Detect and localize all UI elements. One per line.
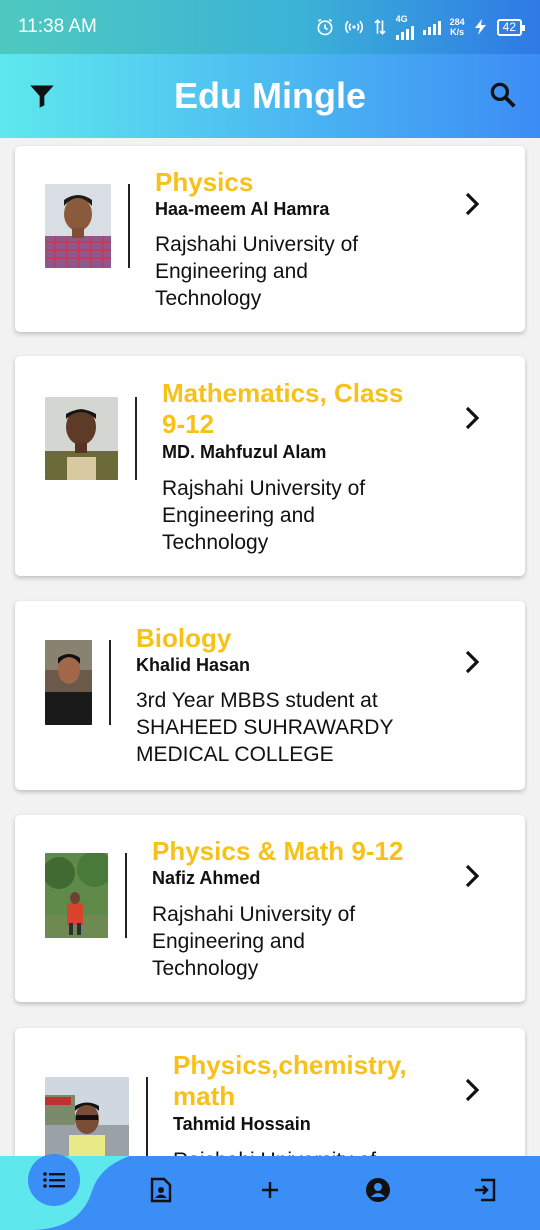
search-icon [490,82,516,108]
tutor-subject: Mathematics, Class 9-12 [162,378,404,439]
tutor-institution: Rajshahi University of Engineering and T… [152,903,356,980]
hotspot-icon [344,20,363,34]
alarm-icon [317,18,333,36]
card-divider [146,1077,148,1156]
bottom-nav [0,1154,540,1230]
tutor-name: Khalid Hasan [136,655,251,675]
nav-account-button[interactable] [358,1170,398,1210]
tutor-card[interactable]: Mathematics, Class 9-12 MD. Mahfuzul Ala… [15,356,525,576]
network-speed: 284 K/s [450,17,465,37]
tutor-card[interactable]: Physics Haa-meem Al Hamra Rajshahi Unive… [15,146,525,332]
chevron-right-icon [465,192,480,216]
tutor-card[interactable]: Physics,chemistry, math Tahmid Hossain R… [15,1028,525,1156]
status-bar: 11:38 AM 4G 284 K/s 42 [0,0,540,54]
tutor-institution: Rajshahi University of Engineering and T… [162,477,366,554]
chevron-right-icon [465,406,480,430]
speed-value: 284 [449,17,465,27]
tutor-institution: 3rd Year MBBS student at SHAHEED SUHRAWA… [136,689,394,766]
tutor-photo [45,397,118,480]
chevron-right-icon [465,650,480,674]
app-title: Edu Mingle [174,75,366,116]
tutor-photo [45,1077,129,1156]
account-icon [366,1178,390,1202]
nav-add-button[interactable] [250,1170,290,1210]
tutor-subject: Biology [136,623,232,653]
tutor-subject: Physics,chemistry, math [173,1050,407,1111]
chevron-right-icon [465,1078,480,1102]
tutor-subject: Physics & Math 9-12 [152,836,404,866]
card-divider [128,184,130,268]
tutor-institution: Rajshahi University of Engineering and T… [155,233,359,310]
logout-icon [475,1178,496,1202]
network-type: 4G [395,13,408,24]
battery-icon: 42 [496,18,526,36]
tutor-photo [45,853,108,938]
tutor-name: Haa-meem Al Hamra [155,199,330,219]
card-divider [135,397,137,480]
signal-icon [395,24,414,40]
tutor-card[interactable]: Biology Khalid Hasan 3rd Year MBBS stude… [15,601,525,790]
tutor-name: Nafiz Ahmed [152,868,261,888]
tutor-subject: Physics [155,167,254,197]
nav-logout-button[interactable] [465,1170,505,1210]
profile-document-icon [150,1177,172,1203]
tutor-card[interactable]: Physics & Math 9-12 Nafiz Ahmed Rajshahi… [15,815,525,1002]
tutor-institution: Rajshahi University of Engineering and T… [173,1147,423,1156]
speed-unit: K/s [450,27,465,37]
tutor-name: Tahmid Hossain [173,1114,311,1134]
status-time: 11:38 AM [18,16,97,37]
tutor-photo [45,640,92,725]
card-divider [109,640,111,725]
filter-button[interactable] [28,82,56,115]
app-bar: Edu Mingle [0,54,540,138]
tutor-list: Physics Haa-meem Al Hamra Rajshahi Unive… [0,138,540,1156]
chevron-right-icon [465,864,480,888]
card-divider [125,853,127,938]
tutor-photo [45,184,111,268]
filter-icon [30,85,54,108]
signal-icon-2 [422,19,441,35]
status-icons: 4G 284 K/s 42 [315,13,526,40]
data-transfer-icon [374,19,386,35]
search-button[interactable] [488,80,518,115]
tutor-name: MD. Mahfuzul Alam [162,442,327,462]
nav-home-button[interactable] [28,1154,80,1206]
charging-icon [474,19,486,35]
list-icon [43,1172,65,1188]
add-icon [262,1182,278,1198]
nav-profile-document-button[interactable] [141,1170,181,1210]
